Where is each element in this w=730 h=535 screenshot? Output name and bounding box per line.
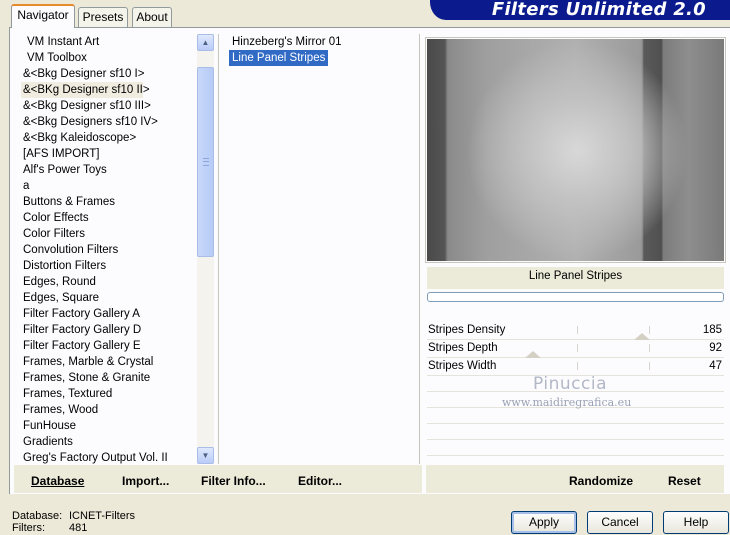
category-item[interactable]: Alf's Power Toys: [21, 162, 197, 178]
category-item[interactable]: Frames, Stone & Granite: [21, 370, 197, 386]
filter-item[interactable]: Hinzeberg's Mirror 01: [229, 34, 345, 50]
category-item[interactable]: Filter Factory Gallery E: [21, 338, 197, 354]
list-divider: [218, 34, 219, 464]
category-item[interactable]: Filter Factory Gallery D: [21, 322, 197, 338]
category-item[interactable]: Distortion Filters: [21, 258, 197, 274]
category-item[interactable]: &<Bkg Designer sf10 I>: [21, 66, 197, 82]
param-value: 185: [702, 324, 722, 336]
category-item[interactable]: &<Bkg Kaleidoscope>: [21, 130, 197, 146]
param-value: 92: [709, 342, 722, 354]
import-button[interactable]: Import...: [122, 474, 169, 488]
category-item[interactable]: a: [21, 178, 197, 194]
watermark-url: www.maidiregrafica.eu: [502, 396, 632, 409]
category-item[interactable]: VM Instant Art: [21, 34, 197, 50]
reset-button[interactable]: Reset: [668, 474, 701, 488]
tab-presets[interactable]: Presets: [78, 7, 128, 27]
category-scrollbar[interactable]: ▲ ▼: [197, 34, 214, 464]
randomize-button[interactable]: Randomize: [569, 474, 633, 488]
scroll-thumb[interactable]: [197, 67, 214, 257]
category-item[interactable]: &<Bkg Designers sf10 IV>: [21, 114, 197, 130]
param-row-depth[interactable]: Stripes Depth 92: [427, 340, 724, 358]
status-database-value: ICNET-Filters: [69, 510, 135, 522]
slider-knob[interactable]: [525, 351, 541, 358]
category-item[interactable]: VM Toolbox: [21, 50, 197, 66]
category-item[interactable]: Color Effects: [21, 210, 197, 226]
param-label: Stripes Depth: [428, 342, 498, 354]
slider-knob[interactable]: [634, 333, 650, 340]
filter-preview-image: [427, 39, 724, 261]
watermark-name: Pinuccia: [533, 374, 607, 394]
category-item[interactable]: [AFS IMPORT]: [21, 146, 197, 162]
filter-title: Line Panel Stripes: [528, 270, 623, 282]
category-item[interactable]: Filter Factory Gallery A: [21, 306, 197, 322]
category-item[interactable]: Color Filters: [21, 226, 197, 242]
app-banner: Filters Unlimited 2.0: [430, 0, 730, 20]
category-item[interactable]: Convolution Filters: [21, 242, 197, 258]
status-database-label: Database:: [12, 510, 63, 522]
status-filters: Filters: 481: [12, 522, 87, 534]
category-item[interactable]: Frames, Textured: [21, 386, 197, 402]
cancel-button[interactable]: Cancel: [587, 511, 653, 534]
param-label: Stripes Width: [428, 360, 497, 372]
scroll-down-button[interactable]: ▼: [197, 447, 214, 464]
category-item[interactable]: FunHouse: [21, 418, 197, 434]
category-item[interactable]: &<BKg Designer sf10 II>: [21, 82, 150, 98]
filter-info-button[interactable]: Filter Info...: [201, 474, 266, 488]
param-row-density[interactable]: Stripes Density 185: [427, 322, 724, 340]
status-database: Database: ICNET-Filters: [12, 510, 135, 522]
category-item[interactable]: Frames, Marble & Crystal: [21, 354, 197, 370]
tab-navigator[interactable]: Navigator: [11, 4, 75, 28]
category-item[interactable]: Frames, Wood: [21, 402, 197, 418]
filter-item[interactable]: Line Panel Stripes: [229, 50, 329, 66]
apply-button[interactable]: Apply: [511, 511, 577, 534]
category-item[interactable]: Gradients: [21, 434, 197, 450]
grip-icon: [203, 158, 209, 166]
database-button[interactable]: Database: [31, 474, 84, 488]
category-item[interactable]: &<Bkg Designer sf10 III>: [21, 98, 197, 114]
status-filters-value: 481: [69, 522, 88, 534]
scroll-up-button[interactable]: ▲: [197, 34, 214, 51]
filter-list[interactable]: Hinzeberg's Mirror 01 Line Panel Stripes: [229, 34, 419, 66]
progress-bar: [427, 292, 724, 302]
param-label: Stripes Density: [428, 324, 506, 336]
status-filters-label: Filters:: [12, 522, 45, 534]
app-title: Filters Unlimited 2.0: [491, 0, 706, 20]
category-item[interactable]: Greg's Factory Output Vol. II: [21, 450, 197, 464]
help-button[interactable]: Help: [663, 511, 729, 534]
category-item[interactable]: Edges, Square: [21, 290, 197, 306]
tab-about[interactable]: About: [132, 7, 172, 27]
editor-button[interactable]: Editor...: [298, 474, 342, 488]
category-list[interactable]: VM Instant Art VM Toolbox &<Bkg Designer s…: [21, 34, 197, 464]
category-item[interactable]: Edges, Round: [21, 274, 197, 290]
param-value: 47: [709, 360, 722, 372]
list-divider-right: [419, 34, 420, 464]
category-item[interactable]: Buttons & Frames: [21, 194, 197, 210]
